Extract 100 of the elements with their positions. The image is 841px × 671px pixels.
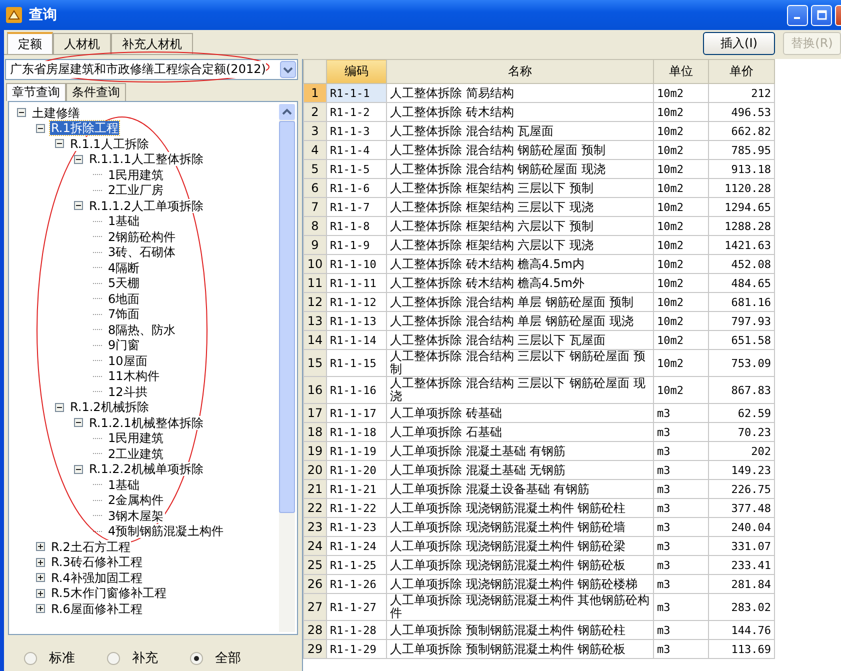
expand-icon[interactable] (36, 588, 45, 598)
tree-item[interactable]: 10屋面 (107, 354, 148, 368)
row-number[interactable]: 28 (304, 620, 326, 640)
row-number[interactable]: 21 (304, 480, 326, 498)
tree-item[interactable]: R.6屋面修补工程 (50, 602, 144, 616)
row-number[interactable]: 18 (304, 422, 326, 442)
column-header[interactable]: 编码 (326, 60, 386, 84)
minimize-button[interactable] (787, 4, 808, 26)
tree-item[interactable]: R.1拆除工程 (50, 121, 120, 136)
tree-item[interactable]: 2工业建筑 (107, 446, 165, 461)
row-number[interactable]: 7 (304, 198, 326, 216)
tree-item[interactable]: 9门窗 (107, 338, 141, 352)
tree-item[interactable]: 4隔断 (107, 260, 141, 275)
tree-item[interactable]: R.1.2.1机械整体拆除 (88, 416, 204, 430)
row-number[interactable]: 14 (304, 330, 326, 350)
tree-item[interactable]: 1基础 (107, 478, 141, 492)
tab[interactable]: 定额 (7, 32, 53, 54)
tree-item[interactable]: 12斗拱 (107, 384, 148, 399)
table-cell: R1-1-17 (326, 404, 386, 422)
scrollbar-thumb[interactable] (279, 121, 295, 513)
tree-item[interactable]: R.4补强加固工程 (50, 570, 144, 585)
tree-item[interactable]: R.1.2.2机械单项拆除 (88, 462, 204, 476)
expand-icon[interactable] (36, 573, 45, 582)
expand-icon[interactable] (36, 604, 45, 614)
row-number[interactable]: 29 (304, 640, 326, 658)
tree-item[interactable]: 2金属构件 (107, 493, 165, 508)
scroll-up-icon[interactable] (279, 104, 295, 120)
row-number[interactable]: 9 (304, 236, 326, 254)
collapse-icon[interactable] (17, 108, 26, 118)
row-number[interactable]: 12 (304, 292, 326, 312)
row-number[interactable]: 6 (304, 178, 326, 198)
row-number[interactable]: 15 (304, 350, 326, 376)
row-number[interactable]: 2 (304, 102, 326, 122)
tree-item[interactable]: 1基础 (107, 214, 141, 228)
tree-item[interactable]: 1民用建筑 (107, 431, 165, 446)
collapse-icon[interactable] (55, 139, 64, 148)
tree-item[interactable]: R.2土石方工程 (50, 540, 132, 554)
tree-item[interactable]: R.1.2机械拆除 (69, 400, 150, 414)
tab[interactable]: 条件查询 (66, 83, 126, 101)
expand-icon[interactable] (36, 558, 45, 567)
row-number[interactable]: 4 (304, 140, 326, 160)
tree-item[interactable]: 4预制钢筋混凝土构件 (107, 524, 225, 538)
tree-item[interactable]: 2工业厂房 (107, 183, 165, 198)
row-number[interactable]: 26 (304, 574, 326, 594)
tree-item[interactable]: 7饰面 (107, 307, 141, 322)
row-number[interactable]: 22 (304, 498, 326, 518)
column-header[interactable]: 单位 (654, 60, 708, 84)
tree-item[interactable]: 6地面 (107, 292, 141, 306)
row-number[interactable]: 10 (304, 254, 326, 274)
row-number[interactable]: 11 (304, 274, 326, 292)
maximize-icon[interactable] (816, 10, 826, 20)
tab[interactable]: 人材机 (53, 33, 111, 54)
row-number[interactable]: 24 (304, 536, 326, 556)
row-number[interactable]: 27 (304, 594, 326, 620)
row-number[interactable]: 19 (304, 442, 326, 460)
collapse-icon[interactable] (55, 402, 64, 412)
tree-item[interactable]: R.1.1.2人工单项拆除 (88, 198, 204, 213)
row-number[interactable]: 23 (304, 518, 326, 536)
tab[interactable]: 章节查询 (6, 83, 66, 101)
tree-item[interactable]: R.5木作门窗修补工程 (50, 586, 168, 600)
row-number[interactable]: 25 (304, 556, 326, 574)
tree-item[interactable]: 8隔热、防水 (107, 322, 177, 337)
collapse-icon[interactable] (36, 124, 45, 133)
radio-option[interactable]: 标准 (24, 649, 75, 667)
table-cell: 10m2 (654, 140, 708, 160)
tree-item[interactable]: R.1.1.1人工整体拆除 (88, 152, 204, 166)
row-number[interactable]: 3 (304, 122, 326, 140)
tree-item[interactable]: 土建修缮 (31, 106, 81, 120)
row-number[interactable]: 13 (304, 312, 326, 330)
tree-item[interactable]: 3钢木屋架 (107, 508, 165, 523)
tree-item[interactable]: 3砖、石砌体 (107, 245, 177, 260)
collapse-icon[interactable] (74, 464, 83, 474)
collapse-icon[interactable] (74, 201, 83, 210)
radio-option[interactable]: 补充 (107, 649, 158, 667)
tree-item[interactable]: R.1.1人工拆除 (69, 136, 150, 151)
tree-item[interactable]: 5天棚 (107, 276, 141, 290)
row-number[interactable]: 8 (304, 216, 326, 236)
column-header[interactable]: 名称 (386, 60, 654, 84)
table-cell: 651.58 (708, 330, 774, 350)
library-dropdown[interactable]: 广东省房屋建筑和市政修缮工程综合定额(2012) (5, 59, 298, 80)
tree-item[interactable]: 2钢筋砼构件 (107, 230, 177, 244)
expand-icon[interactable] (36, 542, 45, 552)
scrollbar[interactable] (279, 104, 295, 632)
maximize-button[interactable] (811, 4, 832, 26)
row-number[interactable]: 17 (304, 404, 326, 422)
insert-button[interactable]: 插入(I) (703, 32, 775, 55)
radio-option[interactable]: 全部 (190, 649, 241, 667)
row-number[interactable]: 1 (304, 84, 326, 102)
row-number[interactable]: 20 (304, 460, 326, 480)
table-cell: 人工单项拆除 现浇钢筋混凝土构件 钢筋砼梁 (386, 536, 654, 556)
tree-item[interactable]: R.3砖石修补工程 (50, 555, 144, 570)
column-header[interactable]: 单价 (708, 60, 774, 84)
table-cell: 1120.28 (708, 178, 774, 198)
tree-item[interactable]: 11木构件 (107, 369, 160, 384)
tree-item[interactable]: 1民用建筑 (107, 168, 165, 182)
collapse-icon[interactable] (74, 154, 83, 164)
row-number[interactable]: 5 (304, 160, 326, 178)
collapse-icon[interactable] (74, 418, 83, 428)
row-number[interactable]: 16 (304, 376, 326, 404)
tab[interactable]: 补充人材机 (111, 33, 193, 54)
